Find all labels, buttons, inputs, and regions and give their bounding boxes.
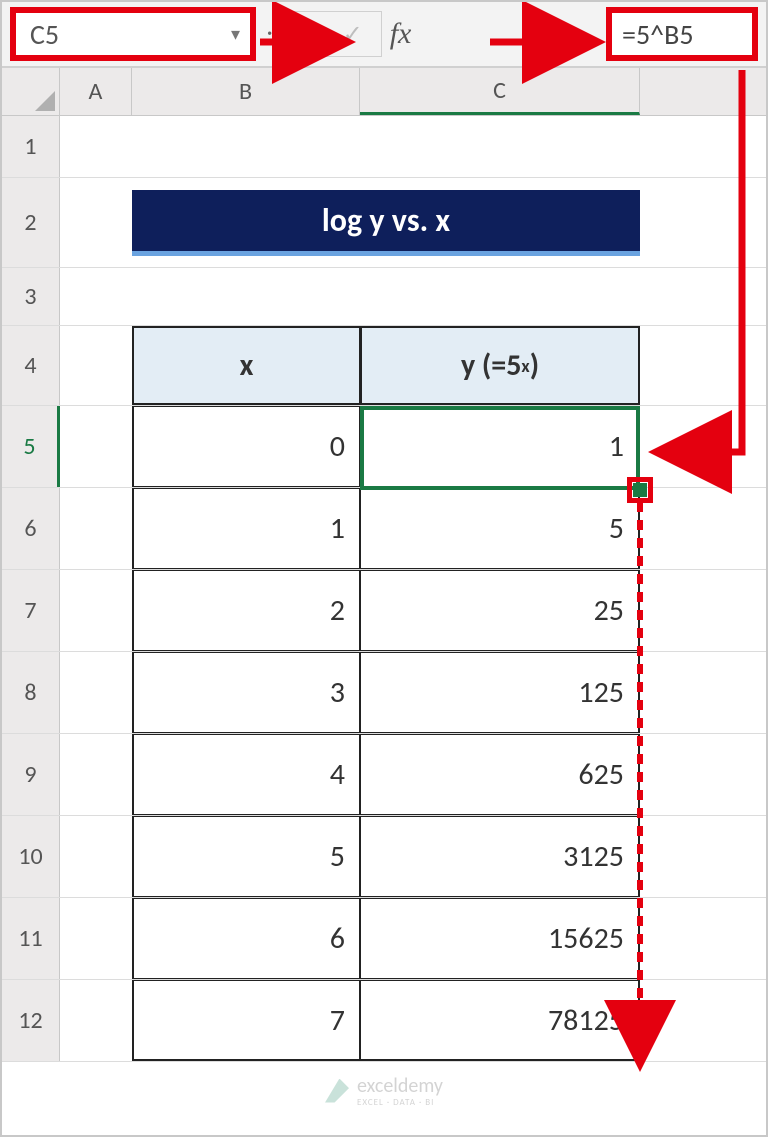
cell-A10[interactable]: [60, 816, 132, 897]
fill-handle-highlight: [627, 477, 653, 503]
name-box-value: C5: [30, 17, 59, 52]
cell-B9[interactable]: 4: [132, 734, 360, 815]
watermark-text: exceldemy EXCEL · DATA · BI: [357, 1074, 443, 1107]
watermark: exceldemy EXCEL · DATA · BI: [325, 1074, 443, 1107]
watermark-icon: [325, 1079, 349, 1103]
row-header-8[interactable]: 8: [2, 652, 60, 733]
cell-A2[interactable]: [60, 178, 132, 267]
row-header-6[interactable]: 6: [2, 488, 60, 569]
cell-A6[interactable]: [60, 488, 132, 569]
formula-bar: C5 ▾ : ✕ ✓ fx =5^B5: [2, 2, 766, 68]
cell-A5[interactable]: [60, 406, 132, 487]
cell-A4[interactable]: [60, 326, 132, 405]
name-box[interactable]: C5 ▾: [10, 7, 256, 61]
title-banner: log y vs. x: [132, 190, 640, 256]
row-9: 9 4 625: [2, 734, 766, 816]
cell-C5[interactable]: 1: [360, 406, 640, 487]
cell-C6[interactable]: 5: [360, 488, 640, 569]
row-header-5[interactable]: 5: [2, 406, 60, 487]
cell-A7[interactable]: [60, 570, 132, 651]
row-7: 7 2 25: [2, 570, 766, 652]
col-header-C[interactable]: C: [360, 68, 640, 115]
header-y[interactable]: y (=5x): [360, 326, 640, 405]
row-2: 2 log y vs. x: [2, 178, 766, 268]
cell-B11[interactable]: 6: [132, 898, 360, 979]
row-header-3[interactable]: 3: [2, 268, 60, 325]
cancel-icon: ✕: [295, 20, 331, 49]
cell-A3[interactable]: [60, 268, 132, 325]
header-x[interactable]: x: [132, 326, 360, 405]
row-header-7[interactable]: 7: [2, 570, 60, 651]
row-1: 1: [2, 116, 766, 178]
separator-colon: :: [262, 17, 278, 52]
row-header-9[interactable]: 9: [2, 734, 60, 815]
cell-B3[interactable]: [132, 268, 360, 325]
row-11: 11 6 15625: [2, 898, 766, 980]
cell-B8[interactable]: 3: [132, 652, 360, 733]
row-header-2[interactable]: 2: [2, 178, 60, 267]
cell-B1[interactable]: [132, 116, 360, 177]
grid: 1 2 log y vs. x 3 4 x y (=5x) 5 0 1 6 1 …: [2, 116, 766, 1062]
cell-B7[interactable]: 2: [132, 570, 360, 651]
row-10: 10 5 3125: [2, 816, 766, 898]
cell-B5[interactable]: 0: [132, 406, 360, 487]
cell-A8[interactable]: [60, 652, 132, 733]
header-y-suffix: ): [530, 347, 539, 384]
cell-C3[interactable]: [360, 268, 640, 325]
row-12: 12 7 78125: [2, 980, 766, 1062]
row-3: 3: [2, 268, 766, 326]
cell-B10[interactable]: 5: [132, 816, 360, 897]
row-header-1[interactable]: 1: [2, 116, 60, 177]
row-4: 4 x y (=5x): [2, 326, 766, 406]
header-y-prefix: y (=5: [461, 347, 521, 384]
formula-text: =5^B5: [622, 17, 694, 52]
fx-icon[interactable]: fx: [388, 17, 418, 51]
title-cell[interactable]: log y vs. x: [132, 178, 640, 267]
watermark-tag: EXCEL · DATA · BI: [357, 1098, 443, 1107]
cell-A9[interactable]: [60, 734, 132, 815]
row-header-10[interactable]: 10: [2, 816, 60, 897]
select-all-corner[interactable]: [2, 68, 60, 115]
column-headers: A B C: [2, 68, 766, 116]
cell-B6[interactable]: 1: [132, 488, 360, 569]
col-header-B[interactable]: B: [132, 68, 360, 115]
chevron-down-icon[interactable]: ▾: [231, 23, 240, 45]
row-5: 5 0 1: [2, 406, 766, 488]
header-y-sup: x: [521, 355, 529, 377]
cell-A11[interactable]: [60, 898, 132, 979]
formula-bar-buttons: ✕ ✓: [284, 11, 382, 57]
row-header-12[interactable]: 12: [2, 980, 60, 1061]
cell-C10[interactable]: 3125: [360, 816, 640, 897]
cell-C12[interactable]: 78125: [360, 980, 640, 1061]
cell-C7[interactable]: 25: [360, 570, 640, 651]
col-header-A[interactable]: A: [60, 68, 132, 115]
confirm-icon: ✓: [335, 20, 371, 49]
row-8: 8 3 125: [2, 652, 766, 734]
cell-B12[interactable]: 7: [132, 980, 360, 1061]
watermark-brand: exceldemy: [357, 1074, 443, 1098]
cell-A12[interactable]: [60, 980, 132, 1061]
cell-C8[interactable]: 125: [360, 652, 640, 733]
row-header-4[interactable]: 4: [2, 326, 60, 405]
cell-A1[interactable]: [60, 116, 132, 177]
formula-input[interactable]: =5^B5: [606, 7, 758, 61]
row-header-11[interactable]: 11: [2, 898, 60, 979]
cell-C1[interactable]: [360, 116, 640, 177]
cell-C9[interactable]: 625: [360, 734, 640, 815]
cell-C11[interactable]: 15625: [360, 898, 640, 979]
